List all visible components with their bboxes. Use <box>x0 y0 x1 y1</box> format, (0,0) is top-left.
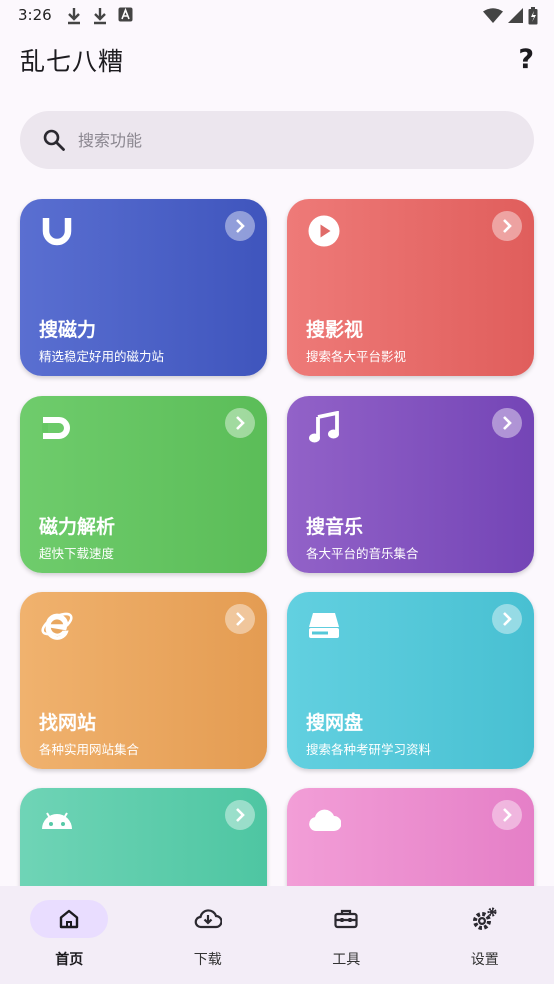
home-icon <box>60 909 79 929</box>
chevron-right-icon[interactable] <box>492 408 522 438</box>
bottom-navigation: 首页 下载 工具 设置 <box>0 886 554 984</box>
card-description: 搜索各大平台影视 <box>306 349 407 364</box>
toolbox-icon <box>334 909 358 929</box>
nav-item-home[interactable]: 首页 <box>0 886 139 984</box>
card-title: 搜磁力 <box>39 319 97 341</box>
card-title: 磁力解析 <box>39 516 116 538</box>
feature-grid: 搜磁力 精选稳定好用的磁力站 搜影视 搜索各大平台影视 磁力解析 超快下载速度 … <box>0 0 554 886</box>
chevron-right-icon[interactable] <box>492 800 522 830</box>
card-find-websites[interactable]: 找网站 各种实用网站集合 <box>20 592 267 769</box>
android-icon <box>42 812 72 829</box>
internet-explorer-icon <box>41 612 73 640</box>
card-title: 搜音乐 <box>306 516 364 538</box>
chevron-right-icon[interactable] <box>225 800 255 830</box>
chevron-right-icon[interactable] <box>492 211 522 241</box>
card-magnet-parse[interactable]: 磁力解析 超快下载速度 <box>20 396 267 573</box>
card-search-video[interactable]: 搜影视 搜索各大平台影视 <box>287 199 534 376</box>
card-description: 搜索各种考研学习资料 <box>306 742 432 757</box>
chevron-right-icon[interactable] <box>225 408 255 438</box>
card-title: 搜影视 <box>306 319 364 341</box>
card-android[interactable] <box>20 788 267 886</box>
cloud-icon <box>309 809 341 831</box>
card-title: 找网站 <box>39 712 97 734</box>
music-note-icon <box>309 411 339 443</box>
nav-label: 首页 <box>55 952 84 968</box>
hard-drive-icon <box>309 613 339 638</box>
nav-indicator <box>30 900 109 938</box>
nav-label: 设置 <box>470 952 499 968</box>
nav-item-tools[interactable]: 工具 <box>277 886 416 984</box>
card-description: 超快下载速度 <box>39 546 115 561</box>
nav-label: 工具 <box>332 952 361 968</box>
nav-item-settings[interactable]: 设置 <box>416 886 554 984</box>
cloud-download-icon <box>194 909 222 929</box>
card-search-netdisk[interactable]: 搜网盘 搜索各种考研学习资料 <box>287 592 534 769</box>
chevron-right-icon[interactable] <box>225 604 255 634</box>
card-title: 搜网盘 <box>306 712 364 734</box>
card-search-music[interactable]: 搜音乐 各大平台的音乐集合 <box>287 396 534 573</box>
nav-indicator <box>307 900 385 938</box>
nav-item-download[interactable]: 下载 <box>139 886 278 984</box>
card-cloud[interactable] <box>287 788 534 886</box>
card-search-magnet[interactable]: 搜磁力 精选稳定好用的磁力站 <box>20 199 267 376</box>
settings-gears-icon <box>472 907 497 930</box>
card-description: 精选稳定好用的磁力站 <box>39 349 165 364</box>
magnet-u-icon <box>42 218 72 246</box>
nav-label: 下载 <box>193 952 222 968</box>
play-circle-icon <box>308 215 340 247</box>
card-description: 各种实用网站集合 <box>39 742 140 757</box>
card-description: 各大平台的音乐集合 <box>306 546 419 561</box>
chevron-right-icon[interactable] <box>492 604 522 634</box>
nav-indicator <box>169 900 247 938</box>
nav-indicator <box>446 900 524 938</box>
magnet-horizontal-icon <box>42 417 70 439</box>
chevron-right-icon[interactable] <box>225 211 255 241</box>
